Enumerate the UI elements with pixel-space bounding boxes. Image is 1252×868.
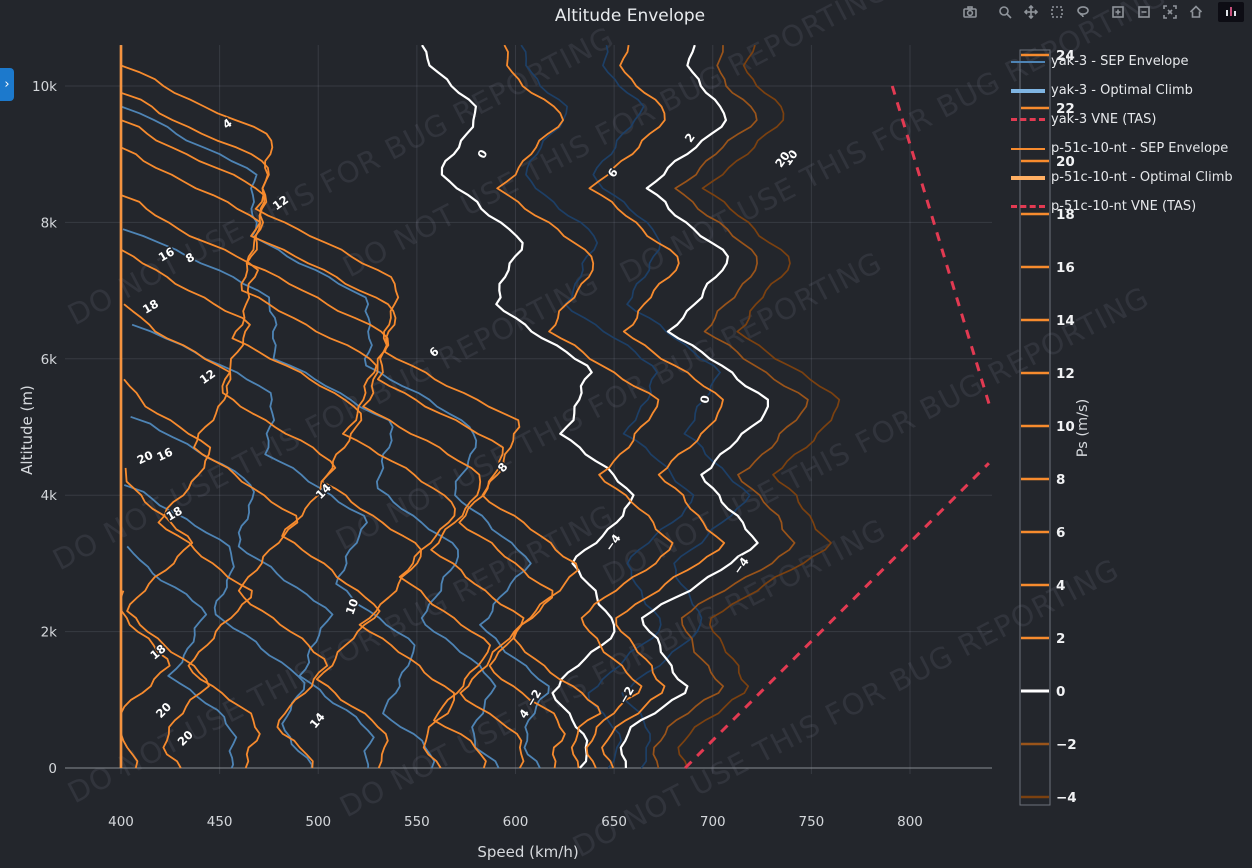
colorbar-tick-label: −4 bbox=[1056, 790, 1077, 806]
legend-label: p-51c-10-nt VNE (TAS) bbox=[1051, 199, 1196, 214]
chevron-right-icon: › bbox=[4, 77, 9, 92]
contour-line-p-51c-10-nt-L12 bbox=[121, 147, 490, 768]
legend-label: yak-3 - SEP Envelope bbox=[1051, 54, 1189, 69]
legend-item-yak3-climb[interactable]: yak-3 - Optimal Climb bbox=[1011, 76, 1233, 105]
contour-line-p-51c-10-nt-L16 bbox=[121, 250, 388, 768]
contour-line-yak-3-L-4 bbox=[593, 45, 750, 768]
yak-3-vne-(tas) bbox=[892, 86, 991, 410]
contour-line-p-51c-10-nt-L8 bbox=[121, 93, 565, 768]
colorbar-tick-label: 8 bbox=[1056, 472, 1065, 488]
contour-label: 16 bbox=[154, 445, 174, 464]
modebar bbox=[948, 2, 1244, 22]
legend-line-swatch bbox=[1011, 148, 1045, 150]
colorbar-tick-label: 10 bbox=[1056, 419, 1075, 435]
colorbar-tick-label: 14 bbox=[1056, 313, 1075, 329]
autoscale-icon[interactable] bbox=[1157, 2, 1183, 22]
y-axis-title: Altitude (m) bbox=[18, 385, 36, 475]
y-tick-label: 10k bbox=[32, 79, 57, 95]
colorbar-tick-label: 16 bbox=[1056, 260, 1075, 276]
sidebar-expand-button[interactable]: › bbox=[0, 68, 14, 101]
y-tick-label: 2k bbox=[41, 625, 58, 641]
y-tick-label: 0 bbox=[48, 761, 57, 777]
contour-line-p-51c-10-nt-L24 bbox=[121, 591, 170, 768]
app-window: DO NOT USE THIS FOR BUG REPORTINGDO NOT … bbox=[0, 0, 1252, 868]
camera-icon[interactable] bbox=[957, 2, 983, 22]
x-tick-label: 800 bbox=[897, 814, 923, 830]
y-tick-label: 6k bbox=[41, 352, 58, 368]
colorbar-tick-label: 12 bbox=[1056, 366, 1075, 382]
x-tick-label: 400 bbox=[108, 814, 134, 830]
x-tick-label: 600 bbox=[503, 814, 529, 830]
box-select-icon[interactable] bbox=[1044, 2, 1070, 22]
colorbar-tick-label: 4 bbox=[1056, 578, 1065, 594]
colorbar-tick-label: 6 bbox=[1056, 525, 1065, 541]
plot-area[interactable] bbox=[121, 45, 991, 768]
gridlines bbox=[65, 45, 992, 774]
contour-line-yak-3-L0 bbox=[422, 45, 634, 768]
contour-label: 12 bbox=[197, 366, 218, 387]
legend-label: yak-3 VNE (TAS) bbox=[1051, 112, 1156, 127]
legend-label: p-51c-10-nt - SEP Envelope bbox=[1051, 141, 1228, 156]
x-tick-label: 700 bbox=[700, 814, 726, 830]
legend-dash-swatch bbox=[1011, 205, 1045, 208]
zoom-icon[interactable] bbox=[992, 2, 1018, 22]
x-tick-label: 450 bbox=[207, 814, 233, 830]
legend-item-yak3-vne[interactable]: yak-3 VNE (TAS) bbox=[1011, 105, 1233, 134]
contour-label: 14 bbox=[307, 710, 328, 731]
contour-line-p-51c-10-nt-L20 bbox=[124, 379, 260, 768]
legend-line-swatch bbox=[1011, 61, 1045, 63]
contour-label: 8 bbox=[183, 250, 197, 266]
y-tick-label: 4k bbox=[41, 488, 58, 504]
contour-line-yak-3-L12 bbox=[132, 325, 434, 768]
contour-label: 20 bbox=[135, 448, 155, 467]
lasso-select-icon[interactable] bbox=[1070, 2, 1096, 22]
contour-line-p-51c-10-nt-L18 bbox=[124, 304, 327, 768]
x-tick-label: 550 bbox=[404, 814, 430, 830]
contour-label: 14 bbox=[313, 481, 334, 502]
legend-label: yak-3 - Optimal Climb bbox=[1051, 83, 1193, 98]
legend-line-swatch bbox=[1011, 176, 1045, 180]
contour-label: 10 bbox=[343, 597, 362, 617]
x-tick-label: 650 bbox=[601, 814, 627, 830]
contour-label: 0 bbox=[474, 147, 490, 161]
y-tick-label: 8k bbox=[41, 215, 58, 231]
x-axis-title: Speed (km/h) bbox=[477, 843, 578, 861]
legend-item-p51c-vne[interactable]: p-51c-10-nt VNE (TAS) bbox=[1011, 192, 1233, 221]
colorbar-tick-label: 2 bbox=[1056, 631, 1065, 647]
contour-label: −4 bbox=[602, 531, 624, 553]
plotly-logo-icon[interactable] bbox=[1218, 2, 1244, 22]
contour-label: 0 bbox=[697, 394, 712, 404]
contour-label: 8 bbox=[495, 460, 511, 475]
contour-label: −4 bbox=[730, 555, 752, 577]
contour-label: 20 bbox=[153, 700, 174, 721]
contour-label: 2 bbox=[682, 130, 698, 145]
page-title: Altitude Envelope bbox=[555, 6, 705, 26]
legend: yak-3 - SEP Envelope yak-3 - Optimal Cli… bbox=[1011, 47, 1233, 221]
home-icon[interactable] bbox=[1183, 2, 1209, 22]
contour-label: 20 bbox=[175, 728, 196, 749]
colorbar-title: Ps (m/s) bbox=[1075, 399, 1091, 458]
contour-label: 18 bbox=[164, 503, 185, 523]
legend-item-yak3-sep[interactable]: yak-3 - SEP Envelope bbox=[1011, 47, 1233, 76]
pan-icon[interactable] bbox=[1018, 2, 1044, 22]
legend-line-swatch bbox=[1011, 89, 1045, 93]
zoom-in-icon[interactable] bbox=[1105, 2, 1131, 22]
zoom-out-icon[interactable] bbox=[1131, 2, 1157, 22]
contour-label: 18 bbox=[140, 297, 161, 317]
legend-dash-swatch bbox=[1011, 118, 1045, 121]
legend-label: p-51c-10-nt - Optimal Climb bbox=[1051, 170, 1233, 185]
p-51c-10-nt-vne-(tas) bbox=[685, 463, 989, 768]
contour-label: 6 bbox=[426, 344, 441, 360]
legend-item-p51c-sep[interactable]: p-51c-10-nt - SEP Envelope bbox=[1011, 134, 1233, 163]
contour-label: 12 bbox=[270, 192, 291, 213]
x-tick-label: 500 bbox=[305, 814, 331, 830]
colorbar-tick-label: 0 bbox=[1056, 684, 1065, 700]
contour-label: −2 bbox=[616, 684, 637, 706]
legend-item-p51c-climb[interactable]: p-51c-10-nt - Optimal Climb bbox=[1011, 163, 1233, 192]
contour-line-p-51c-10-nt-L0 bbox=[621, 45, 768, 768]
x-tick-label: 750 bbox=[798, 814, 824, 830]
colorbar-tick-label: −2 bbox=[1056, 737, 1077, 753]
contour-label: 16 bbox=[156, 244, 177, 264]
contour-label: 18 bbox=[147, 641, 168, 662]
